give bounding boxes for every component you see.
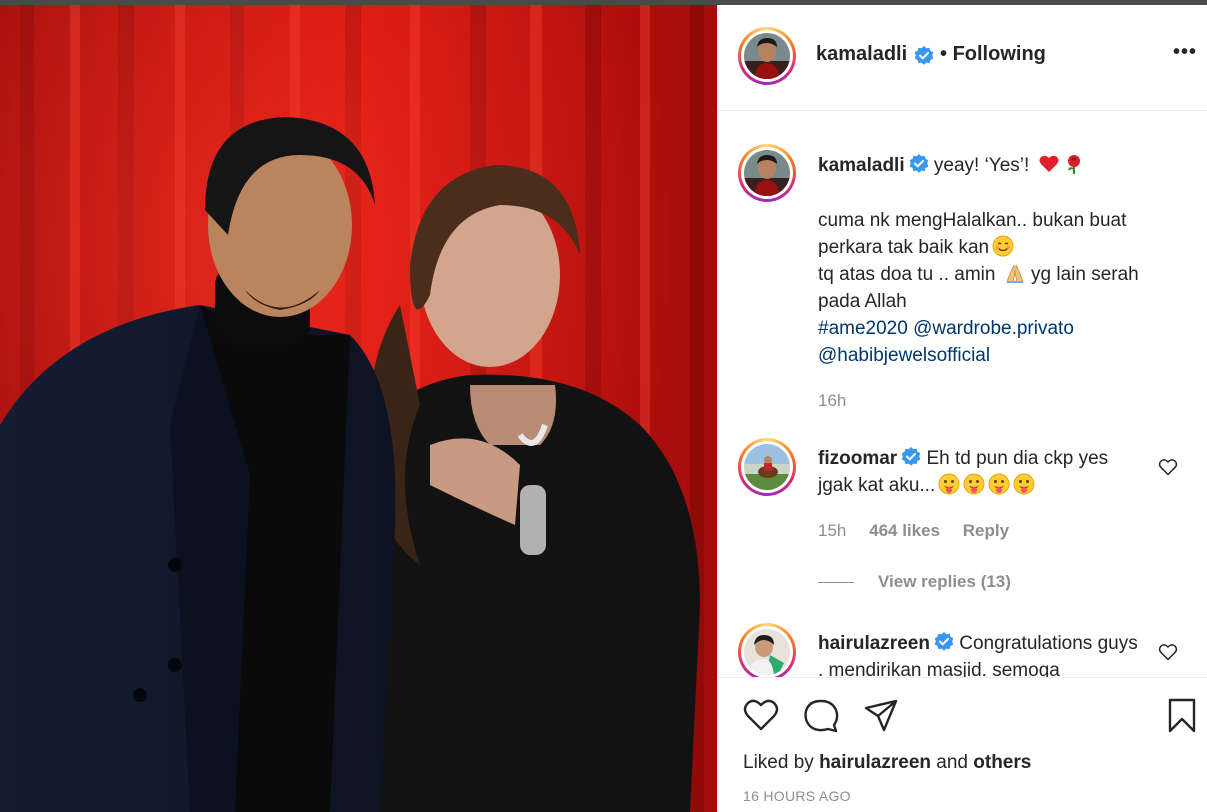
comment-bubble-icon[interactable] <box>802 696 840 734</box>
more-options-icon[interactable]: ••• <box>1173 41 1197 64</box>
caption-body: cuma nk mengHalalkan.. bukan buat perkar… <box>818 207 1178 369</box>
post-photo[interactable] <box>0 5 717 812</box>
post-header: kamaladli • Following ••• <box>718 5 1207 111</box>
author-avatar[interactable] <box>738 27 796 85</box>
rose-emoji-icon <box>1067 155 1080 174</box>
liked-by-joiner: and <box>936 752 968 773</box>
liked-by-summary: Liked by hairulazreen and others <box>743 752 1031 774</box>
red-heart-emoji-icon <box>1039 155 1059 172</box>
caption-timestamp[interactable]: 16h <box>818 391 846 411</box>
caption-line-1: cuma nk mengHalalkan.. bukan buat perkar… <box>818 210 1127 258</box>
post-time-ago[interactable]: 16 HOURS AGO <box>743 788 851 804</box>
avatar-image <box>744 33 790 79</box>
caption-line-2: tq atas doa tu .. amin <box>818 264 996 285</box>
tongue-face-emoji-icon <box>988 473 1010 495</box>
like-comment-heart-icon[interactable] <box>1158 642 1178 662</box>
avatar-image <box>744 150 790 196</box>
hashtag-link[interactable]: #ame2020 <box>818 318 908 339</box>
comment-text: hairulazreen Congratulations guys . mend… <box>818 630 1148 677</box>
commenter-username[interactable]: fizoomar <box>818 448 897 469</box>
reply-button[interactable]: Reply <box>963 521 1009 540</box>
verified-badge-icon <box>901 447 921 466</box>
folded-hands-emoji-icon <box>1006 264 1024 283</box>
liked-by-others[interactable]: others <box>973 752 1031 773</box>
post-image <box>0 5 717 812</box>
avatar-image <box>744 444 790 490</box>
bookmark-icon[interactable] <box>1163 696 1201 734</box>
paper-plane-icon[interactable] <box>862 696 900 734</box>
caption-author-avatar[interactable] <box>738 144 796 202</box>
post-actions: Liked by hairulazreen and others 16 HOUR… <box>718 677 1207 812</box>
mention-link-wardrobe[interactable]: @wardrobe.privato <box>913 318 1074 339</box>
view-replies-label: View replies (13) <box>878 572 1011 591</box>
tongue-face-emoji-icon <box>1013 473 1035 495</box>
comment-likes[interactable]: 464 likes <box>869 521 940 540</box>
mention-link-habibjewels[interactable]: @habibjewelsofficial <box>818 345 990 366</box>
tongue-face-emoji-icon <box>963 473 985 495</box>
caption-username[interactable]: kamaladli <box>818 155 905 176</box>
comment-meta: 15h 464 likes Reply <box>818 521 1027 541</box>
view-replies-button[interactable]: View replies (13) <box>818 572 1011 592</box>
smiling-face-emoji-icon <box>992 235 1014 257</box>
post-side-panel: kamaladli • Following ••• kamaladli yeay… <box>717 5 1207 812</box>
commenter-avatar[interactable] <box>738 623 796 677</box>
commenter-username[interactable]: hairulazreen <box>818 633 930 654</box>
replies-divider-line <box>818 582 854 584</box>
comment-timestamp[interactable]: 15h <box>818 521 846 540</box>
verified-badge-icon <box>934 632 954 651</box>
tongue-face-emoji-icon <box>938 473 960 495</box>
comment-text: fizoomar Eh td pun dia ckp yes jgak kat … <box>818 445 1148 499</box>
follow-status[interactable]: • Following <box>940 43 1046 66</box>
liked-by-prefix: Liked by <box>743 752 814 773</box>
follow-status-label: Following <box>952 43 1046 65</box>
commenter-avatar[interactable] <box>738 438 796 496</box>
author-username[interactable]: kamaladli <box>816 43 907 66</box>
caption-first-line: kamaladli yeay! ‘Yes’! <box>818 152 1178 179</box>
heart-icon[interactable] <box>742 696 780 734</box>
comments-section: kamaladli yeay! ‘Yes’! cuma nk mengHalal… <box>718 111 1207 677</box>
verified-badge-icon <box>909 154 928 173</box>
liked-by-user[interactable]: hairulazreen <box>819 752 931 773</box>
avatar-image <box>744 629 790 675</box>
verified-badge-icon <box>914 46 934 65</box>
like-comment-heart-icon[interactable] <box>1158 457 1178 477</box>
caption-first-text: yeay! ‘Yes’! <box>933 155 1030 176</box>
